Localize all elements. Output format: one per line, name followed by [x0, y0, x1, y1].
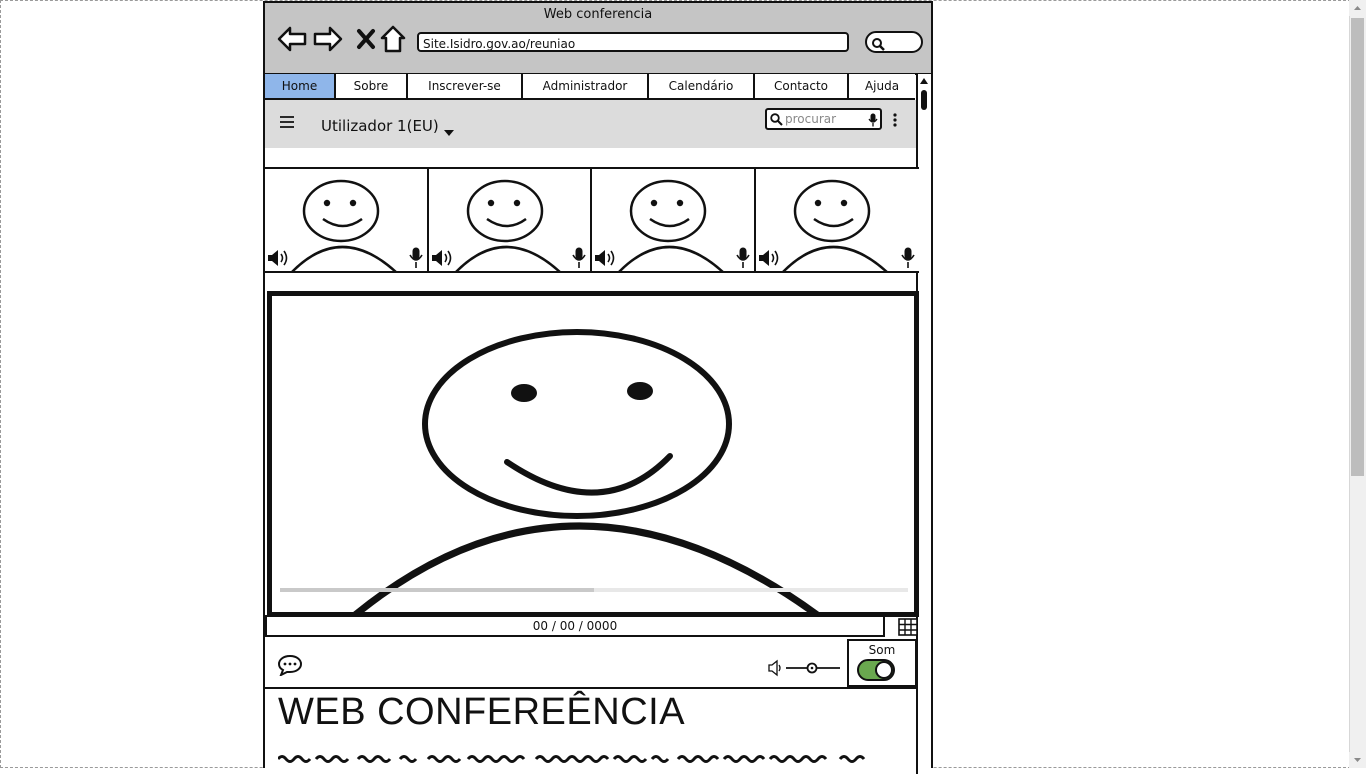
scroll-down-arrow-icon[interactable] [1349, 752, 1366, 768]
address-bar[interactable]: Site.Isidro.gov.ao/reuniao [417, 32, 849, 52]
microphone-icon[interactable] [901, 247, 915, 269]
search-icon [770, 113, 783, 126]
hamburger-menu-icon[interactable] [279, 114, 295, 133]
participant-tile[interactable] [265, 169, 429, 271]
user-name[interactable]: Utilizador 1(EU) [321, 117, 439, 135]
speaker-icon[interactable] [758, 249, 782, 267]
speaker-avatar-icon [353, 329, 819, 612]
main-menu: Home Sobre Inscrever-se Administrador Ca… [265, 74, 915, 100]
sound-label: Som [868, 643, 896, 657]
tab-contacto[interactable]: Contacto [755, 74, 849, 98]
browser-titlebar: Web conferencia Site.Isidro.gov.ao/reuni… [265, 3, 931, 75]
tab-inscrever-se[interactable]: Inscrever-se [408, 74, 523, 98]
volume-slider[interactable] [768, 659, 842, 681]
video-progress-fill [280, 588, 594, 592]
search-icon [872, 38, 885, 51]
participants-row [265, 167, 919, 273]
tab-home[interactable]: Home [265, 74, 336, 98]
tab-administrador[interactable]: Administrador [523, 74, 649, 98]
search-box [765, 108, 882, 130]
main-video[interactable] [267, 291, 919, 617]
toggle-knob [875, 661, 893, 679]
tab-ajuda[interactable]: Ajuda [849, 74, 915, 98]
scroll-up-arrow-icon[interactable] [918, 74, 931, 88]
video-time-display: 00 / 00 / 0000 [265, 615, 885, 637]
participant-tile[interactable] [592, 169, 756, 271]
app-header: Utilizador 1(EU) [265, 100, 916, 148]
tab-calendario[interactable]: Calendário [649, 74, 755, 98]
page-scroll-thumb[interactable] [1351, 18, 1364, 476]
scroll-up-arrow-icon[interactable] [1349, 0, 1366, 16]
back-arrow-icon[interactable] [275, 23, 309, 55]
forward-arrow-icon[interactable] [311, 23, 345, 55]
participant-tile[interactable] [428, 169, 592, 271]
participant-tile[interactable] [755, 169, 919, 271]
speaker-icon[interactable] [267, 249, 291, 267]
speaker-icon[interactable] [594, 249, 618, 267]
content-scroll-thumb[interactable] [921, 90, 927, 110]
microphone-icon[interactable] [408, 247, 423, 269]
microphone-icon[interactable] [735, 247, 750, 269]
caret-down-icon[interactable] [443, 122, 455, 141]
browser-search-button[interactable] [865, 31, 923, 53]
video-progress-track[interactable] [280, 588, 908, 592]
search-input[interactable] [785, 111, 865, 127]
microphone-icon[interactable] [868, 113, 878, 127]
sound-toggle[interactable] [857, 659, 895, 681]
page-heading: WEB CONFEREÊNCIA [278, 691, 686, 733]
home-icon[interactable] [377, 23, 411, 55]
chat-icon[interactable] [277, 654, 303, 680]
window-title: Web conferencia [543, 7, 653, 22]
sound-toggle-box: Som [847, 639, 917, 687]
microphone-icon[interactable] [572, 247, 586, 269]
more-options-icon[interactable] [893, 112, 897, 132]
browser-window: Web conferencia Site.Isidro.gov.ao/reuni… [263, 1, 933, 774]
speaker-icon[interactable] [431, 249, 455, 267]
control-bar: Som [265, 637, 917, 689]
tab-sobre[interactable]: Sobre [336, 74, 408, 98]
